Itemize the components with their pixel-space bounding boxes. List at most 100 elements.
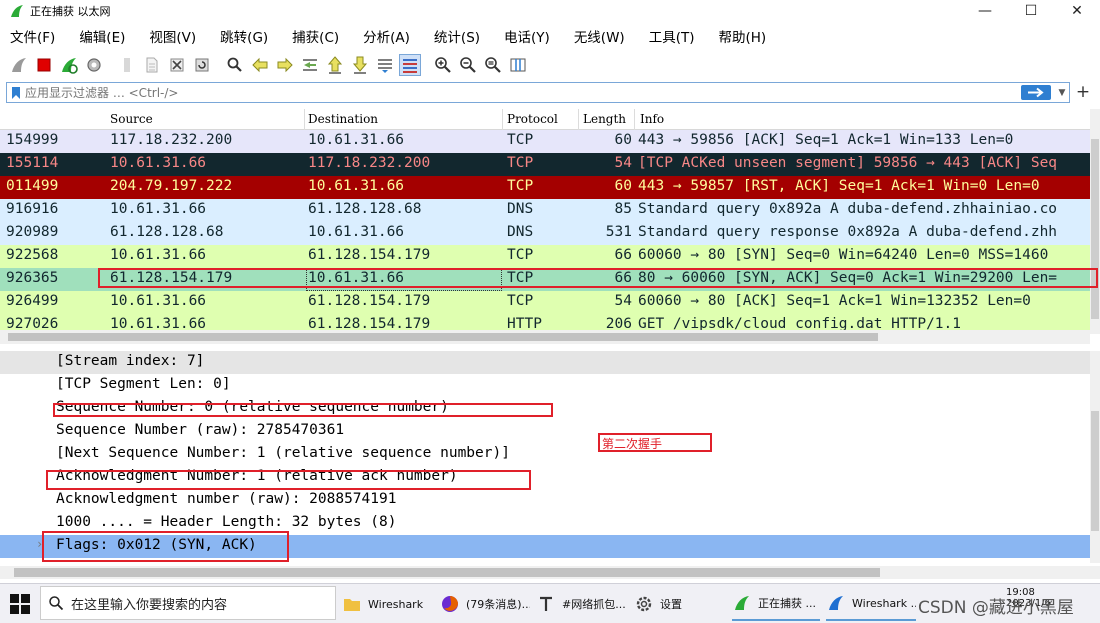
detail-text: [TCP Segment Len: 0] (56, 376, 231, 392)
menu-analyze[interactable]: 分析(A) (361, 26, 412, 46)
detail-row[interactable]: Sequence Number (raw): 2785470361 (0, 420, 1090, 443)
maximize-button[interactable]: ☐ (1008, 0, 1054, 22)
resize-columns-button[interactable] (507, 54, 529, 76)
taskbar-app[interactable]: Wireshark ... (826, 587, 916, 621)
zoom-reset-button[interactable] (482, 54, 504, 76)
menu-go[interactable]: 跳转(G) (218, 26, 270, 46)
reload-file-button[interactable] (191, 54, 213, 76)
scrollbar-thumb[interactable] (8, 333, 878, 341)
column-header-protocol[interactable]: Protocol (507, 112, 558, 126)
search-icon (227, 57, 242, 72)
scrollbar-thumb[interactable] (1091, 139, 1099, 319)
packet-list-horizontal-scrollbar[interactable] (0, 330, 1090, 344)
arrow-right-icon (1028, 87, 1044, 98)
close-button[interactable]: ✕ (1054, 0, 1100, 22)
packet-list-vertical-scrollbar[interactable] (1090, 109, 1100, 334)
details-vertical-scrollbar[interactable] (1090, 351, 1100, 563)
save-file-button[interactable] (141, 54, 163, 76)
filter-bookmark-button[interactable] (7, 83, 25, 102)
packet-source: 61.128.128.68 (110, 224, 224, 240)
packet-length: 206 (605, 316, 632, 330)
column-separator[interactable] (502, 109, 503, 130)
menu-telephony[interactable]: 电话(Y) (502, 26, 552, 46)
menu-capture[interactable]: 捕获(C) (290, 26, 341, 46)
column-header-source[interactable]: Source (110, 112, 153, 126)
scrollbar-thumb[interactable] (14, 568, 880, 577)
menu-statistics[interactable]: 统计(S) (432, 26, 482, 46)
auto-scroll-button[interactable] (374, 54, 396, 76)
detail-row[interactable]: Acknowledgment number (raw): 2088574191 (0, 489, 1090, 512)
go-first-packet-button[interactable] (324, 54, 346, 76)
packet-list: 154999 117.18.232.200 10.61.31.66 TCP 60 443 … (0, 130, 1090, 330)
capture-options-button[interactable] (83, 54, 105, 76)
column-header-destination[interactable]: Destination (308, 112, 378, 126)
scrollbar-thumb[interactable] (1091, 411, 1099, 531)
packet-number: 927026 (6, 316, 59, 330)
packet-number: 916916 (6, 201, 59, 217)
table-row[interactable]: 922568 10.61.31.66 61.128.154.179 TCP 66 6006… (0, 245, 1090, 268)
packet-length: 60 (614, 132, 632, 148)
column-separator[interactable] (634, 109, 635, 130)
menu-edit[interactable]: 编辑(E) (77, 26, 127, 46)
taskbar-app[interactable]: #网络抓包... (536, 587, 628, 621)
detail-text: [Stream index: 7] (56, 353, 205, 369)
filter-history-dropdown[interactable]: ▼ (1055, 88, 1069, 98)
display-filter-input[interactable] (25, 83, 1021, 102)
stop-capture-button[interactable] (33, 54, 55, 76)
taskbar-app[interactable]: Wireshark (342, 587, 434, 621)
firefox-icon (440, 594, 460, 614)
details-horizontal-scrollbar[interactable] (0, 566, 1100, 579)
table-row[interactable]: 926499 10.61.31.66 61.128.154.179 TCP 54 6006… (0, 291, 1090, 314)
close-file-icon (170, 58, 184, 71)
go-to-packet-button[interactable] (299, 54, 321, 76)
column-header-length[interactable]: Length (583, 112, 626, 126)
zoom-out-button[interactable] (457, 54, 479, 76)
column-header-info[interactable]: Info (640, 112, 664, 126)
minimize-button[interactable]: — (962, 0, 1008, 22)
zoom-in-icon (435, 56, 451, 73)
table-row[interactable]: 920989 61.128.128.68 10.61.31.66 DNS 531 Stan… (0, 222, 1090, 245)
menu-view[interactable]: 视图(V) (147, 26, 198, 46)
apply-filter-button[interactable] (1021, 85, 1051, 100)
annotation-box-flags (42, 531, 289, 562)
restart-capture-button[interactable] (58, 54, 80, 76)
open-file-button[interactable] (116, 54, 138, 76)
packet-length: 531 (605, 224, 632, 240)
start-capture-button[interactable] (8, 54, 30, 76)
table-row[interactable]: 154999 117.18.232.200 10.61.31.66 TCP 60 443 … (0, 130, 1090, 153)
detail-row[interactable]: [TCP Segment Len: 0] (0, 374, 1090, 397)
packet-number: 154999 (6, 132, 59, 148)
menu-tools[interactable]: 工具(T) (647, 26, 697, 46)
detail-row[interactable]: [Stream index: 7] (0, 351, 1090, 374)
colorize-icon (403, 58, 417, 73)
detail-row[interactable]: [Next Sequence Number: 1 (relative seque… (0, 443, 1090, 466)
colorize-button[interactable] (399, 53, 421, 76)
annotation-label: 第二次握手 (602, 437, 663, 451)
table-row[interactable]: 927026 10.61.31.66 61.128.154.179 HTTP 206 GE… (0, 314, 1090, 330)
table-row[interactable]: 011499 204.79.197.222 10.61.31.66 TCP 60 443 … (0, 176, 1090, 199)
find-packet-button[interactable] (224, 54, 246, 76)
taskbar-app[interactable]: 正在捕获 ... (732, 587, 820, 621)
add-filter-button[interactable]: + (1073, 82, 1093, 103)
column-separator[interactable] (578, 109, 579, 130)
taskbar-app[interactable]: 设置 (634, 587, 726, 621)
close-file-button[interactable] (166, 54, 188, 76)
table-row[interactable]: 916916 10.61.31.66 61.128.128.68 DNS 85 Stand… (0, 199, 1090, 222)
column-separator[interactable] (304, 109, 305, 130)
packet-length: 54 (614, 293, 632, 309)
go-forward-button[interactable] (274, 54, 296, 76)
menu-help[interactable]: 帮助(H) (716, 26, 768, 46)
go-back-button[interactable] (249, 54, 271, 76)
packet-source: 10.61.31.66 (110, 316, 207, 330)
toolbar-separator (424, 54, 432, 76)
go-last-packet-button[interactable] (349, 54, 371, 76)
taskbar-search[interactable]: 在这里输入你要搜索的内容 (40, 586, 336, 620)
table-row[interactable]: 155114 10.61.31.66 117.18.232.200 TCP 54 [TCP… (0, 153, 1090, 176)
windows-start-icon[interactable] (8, 592, 32, 616)
shark-fin-icon (12, 57, 26, 72)
packet-destination: 61.128.154.179 (308, 293, 431, 309)
zoom-in-button[interactable] (432, 54, 454, 76)
taskbar-app[interactable]: (79条消息)... (440, 587, 530, 621)
menu-wireless[interactable]: 无线(W) (572, 26, 627, 46)
menu-file[interactable]: 文件(F) (8, 26, 57, 46)
